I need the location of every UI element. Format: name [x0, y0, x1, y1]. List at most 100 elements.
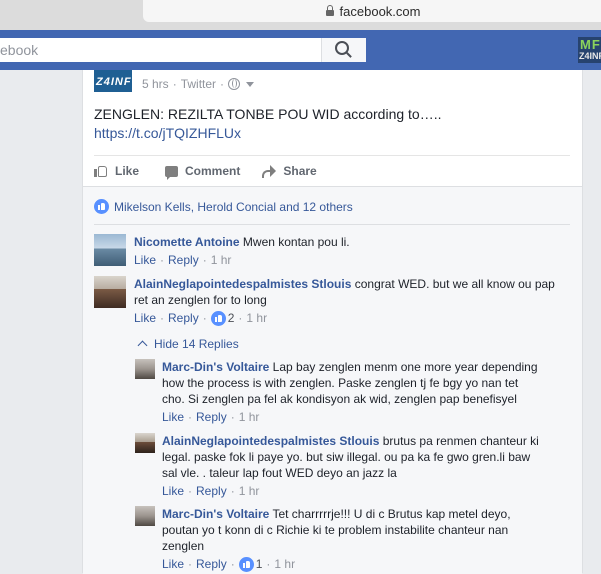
separator: · — [188, 557, 193, 571]
hide-replies-label: Hide 14 Replies — [154, 337, 239, 351]
post-meta: 5 hrs · Twitter · — [142, 77, 255, 91]
hide-replies-link[interactable]: Hide 14 Replies — [137, 337, 239, 351]
comment-body: AlainNeglapointedespalmistes Stlouis con… — [134, 276, 564, 308]
separator: · — [160, 311, 165, 325]
post-time[interactable]: 5 hrs — [142, 77, 169, 91]
thumbs-up-icon — [94, 165, 108, 177]
post-source[interactable]: Twitter — [181, 77, 216, 91]
separator: · — [188, 410, 193, 424]
like-reaction-icon — [210, 310, 226, 326]
address-bar[interactable]: facebook.com — [143, 0, 601, 22]
reply-time[interactable]: 1 hr — [239, 483, 260, 499]
reply-reply-link[interactable]: Reply — [196, 483, 227, 499]
search-box[interactable]: ebook — [0, 38, 366, 62]
facebook-header: ebook MF Z4INF — [0, 30, 601, 70]
reply-like-link[interactable]: Like — [162, 483, 184, 499]
reply: Marc-Din's Voltaire Lap bay zenglen menm… — [135, 359, 540, 425]
like-count: 1 — [255, 557, 263, 571]
page-avatar[interactable]: Z4INF — [94, 70, 132, 92]
comment-footer: Like · Reply · 2 · 1 hr — [134, 310, 564, 326]
comment-body: Nicomette Antoine Mwen kontan pou li. — [134, 234, 564, 250]
comment-label: Comment — [185, 164, 241, 178]
reply-footer: Like · Reply · 1 · 1 hr — [162, 556, 540, 572]
avatar[interactable] — [94, 234, 126, 266]
comment-icon — [165, 165, 179, 180]
avatar[interactable] — [135, 433, 155, 453]
comment-like-link[interactable]: Like — [134, 310, 156, 326]
separator: · — [230, 557, 235, 571]
chevron-up-icon — [137, 340, 148, 351]
brand-text-2: Z4INF — [579, 51, 601, 61]
search-icon — [335, 41, 349, 55]
comment-author[interactable]: Nicomette Antoine — [134, 235, 240, 249]
share-icon — [262, 165, 277, 178]
comment-time[interactable]: 1 hr — [246, 310, 267, 326]
meta-separator: · — [172, 77, 177, 91]
reactions-summary[interactable]: Mikelson Kells, Herold Concial and 12 ot… — [94, 199, 353, 214]
separator: · — [238, 311, 243, 325]
separator: · — [230, 484, 235, 498]
lock-icon — [325, 5, 334, 16]
reactions-text[interactable]: Mikelson Kells, Herold Concial and 12 ot… — [114, 200, 353, 214]
comment-button[interactable]: Comment — [165, 164, 241, 180]
reply-author[interactable]: AlainNeglapointedespalmistes Stlouis — [162, 434, 379, 448]
reply-time[interactable]: 1 hr — [274, 556, 295, 572]
comment-time[interactable]: 1 hr — [211, 252, 232, 268]
reply-like-link[interactable]: Like — [162, 556, 184, 572]
page-avatar-text: Z4INF — [96, 76, 132, 88]
avatar[interactable] — [94, 276, 126, 308]
reply-author[interactable]: Marc-Din's Voltaire — [162, 507, 269, 521]
comment-like-link[interactable]: Like — [134, 252, 156, 268]
comment-reply-link[interactable]: Reply — [168, 310, 199, 326]
like-reaction-icon — [238, 556, 254, 572]
reply: AlainNeglapointedespalmistes Stlouis bru… — [135, 433, 540, 499]
separator: · — [230, 410, 235, 424]
share-button[interactable]: Share — [262, 164, 317, 178]
separator: · — [266, 557, 271, 571]
separator: · — [202, 311, 207, 325]
comment-text: Mwen kontan pou li. — [242, 235, 350, 249]
browser-toolbar: facebook.com — [0, 0, 601, 30]
comment: AlainNeglapointedespalmistes Stlouis con… — [94, 276, 564, 326]
reply-body: Marc-Din's Voltaire Tet charrrrrje!!! U … — [162, 506, 540, 554]
search-input[interactable]: ebook — [0, 42, 38, 58]
reply-author[interactable]: Marc-Din's Voltaire — [162, 360, 269, 374]
reply-time[interactable]: 1 hr — [239, 409, 260, 425]
like-count: 2 — [227, 311, 235, 325]
reply-body: Marc-Din's Voltaire Lap bay zenglen menm… — [162, 359, 540, 407]
globe-icon[interactable] — [228, 78, 241, 90]
comment-like-count[interactable]: 2 — [210, 310, 235, 326]
post-link[interactable]: https://t.co/jTQIZHFLUx — [94, 125, 241, 141]
comment-footer: Like · Reply · 1 hr — [134, 252, 564, 268]
search-button[interactable] — [321, 38, 366, 62]
share-label: Share — [283, 164, 317, 178]
comment-reply-link[interactable]: Reply — [168, 252, 199, 268]
url-text: facebook.com — [339, 3, 421, 19]
separator: · — [188, 484, 193, 498]
avatar[interactable] — [135, 506, 155, 526]
reply-footer: Like · Reply · 1 hr — [162, 483, 540, 499]
reply-like-link[interactable]: Like — [162, 409, 184, 425]
comment: Nicomette Antoine Mwen kontan pou li. Li… — [94, 234, 564, 268]
comment-author[interactable]: AlainNeglapointedespalmistes Stlouis — [134, 277, 351, 291]
like-label: Like — [115, 164, 140, 178]
reply-footer: Like · Reply · 1 hr — [162, 409, 540, 425]
avatar[interactable] — [135, 359, 155, 379]
reply-reply-link[interactable]: Reply — [196, 409, 227, 425]
divider — [94, 224, 570, 225]
separator: · — [202, 253, 207, 267]
reply-body: AlainNeglapointedespalmistes Stlouis bru… — [162, 433, 540, 481]
reply-reply-link[interactable]: Reply — [196, 556, 227, 572]
post-card: Z4INF 5 hrs · Twitter · ZENGLEN: REZILTA… — [82, 70, 583, 574]
chevron-down-icon[interactable] — [246, 81, 255, 87]
profile-avatar[interactable]: MF Z4INF — [578, 37, 601, 63]
post-text: ZENGLEN: REZILTA TONBE POU WID according… — [94, 106, 442, 122]
like-button[interactable]: Like — [94, 164, 139, 178]
reply-like-count[interactable]: 1 — [238, 556, 263, 572]
post-actions: Like Comment Share — [94, 155, 570, 186]
reply: Marc-Din's Voltaire Tet charrrrrje!!! U … — [135, 506, 540, 572]
brand-text-1: MF — [580, 37, 601, 52]
separator: · — [160, 253, 165, 267]
like-reaction-icon — [94, 199, 109, 214]
comments-section: Mikelson Kells, Herold Concial and 12 ot… — [83, 186, 582, 574]
